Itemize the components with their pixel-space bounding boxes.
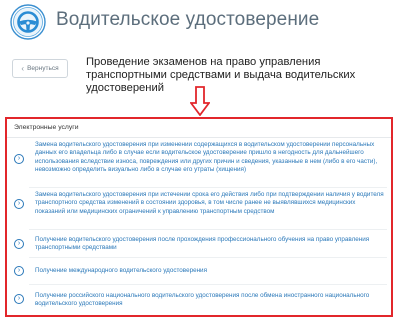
service-link-text: Замена водительского удостоверения при и… (35, 141, 378, 173)
page-header: Водительское удостоверение (0, 0, 398, 44)
down-arrow-icon (190, 86, 210, 116)
chevron-right-circle-icon: › (14, 239, 24, 249)
chevron-right-circle-icon: › (14, 294, 24, 304)
divider (29, 257, 387, 258)
back-button[interactable]: ‹ Вернуться (12, 59, 68, 78)
service-heading: Проведение экзаменов на право управления… (86, 56, 356, 94)
back-button-label: Вернуться (27, 65, 59, 72)
divider (29, 187, 387, 188)
service-link-text: Получение российского национального води… (35, 292, 370, 308)
page-title: Водительское удостоверение (56, 9, 320, 30)
chevron-right-circle-icon: › (14, 154, 24, 164)
divider (7, 137, 391, 138)
service-link-text: Получение международного водительского у… (35, 267, 207, 274)
service-link-text: Замена водительского удостоверения при и… (35, 191, 384, 215)
panel-title: Электронные услуги (14, 124, 79, 131)
electronic-services-panel: Электронные услуги › Замена водительског… (5, 117, 393, 317)
chevron-left-icon: ‹ (21, 63, 25, 73)
chevron-right-circle-icon: › (14, 199, 24, 209)
divider (29, 229, 387, 230)
steering-wheel-icon (10, 4, 46, 40)
divider (29, 284, 387, 285)
service-link-text: Получение водительского удостоверения по… (35, 236, 370, 252)
chevron-right-circle-icon: › (14, 266, 24, 276)
